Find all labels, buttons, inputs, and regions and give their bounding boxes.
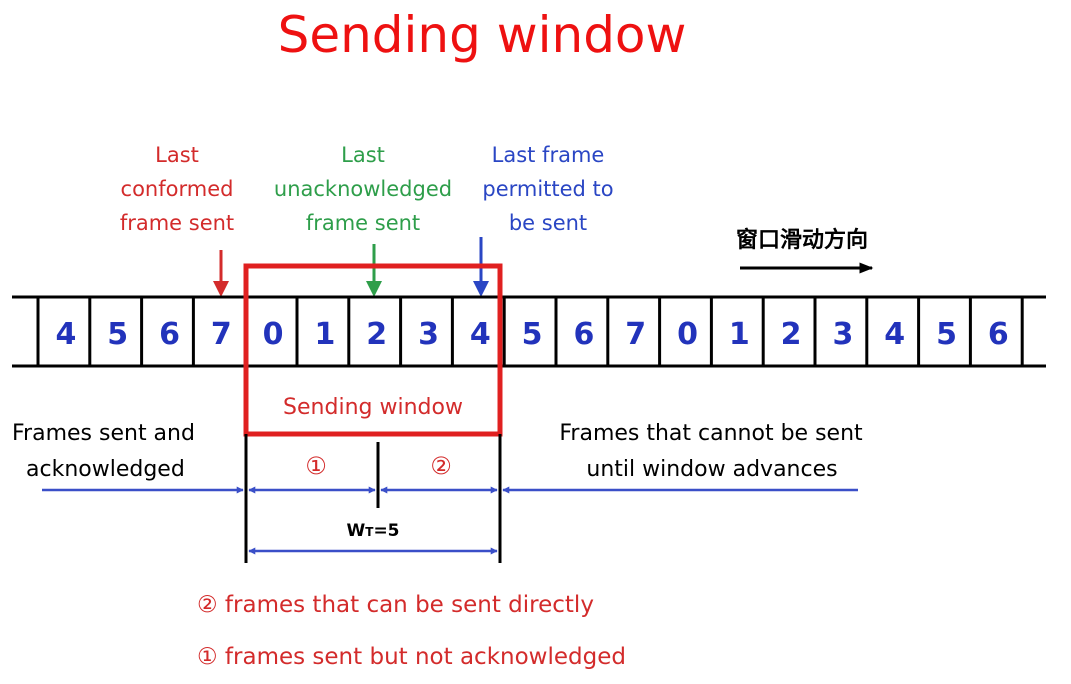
- frame-number: 4: [55, 317, 76, 352]
- region-right-line-2: until window advances: [586, 457, 837, 482]
- region-sent-acknowledged: Frames sent and acknowledged: [12, 421, 195, 482]
- legend-sendable: ② frames that can be sent directly: [197, 592, 594, 618]
- window-size-main: W: [346, 521, 365, 541]
- frame-number: 2: [366, 317, 387, 352]
- label-last-permitted-line-3: be sent: [509, 211, 587, 235]
- region-cannot-send: Frames that cannot be sent until window …: [559, 421, 863, 482]
- diagram-title: Sending window: [278, 6, 687, 64]
- frame-number: 4: [470, 317, 491, 352]
- frame-number: 6: [159, 317, 180, 352]
- frame-number: 1: [314, 317, 335, 352]
- label-last-permitted-line-2: permitted to: [482, 177, 613, 201]
- frame-strip: 4567012345670123456: [12, 295, 1046, 368]
- pointer-arrow-last-confirmed: [213, 250, 229, 297]
- pointer-arrow-last-unacknowledged: [366, 244, 382, 297]
- label-last-permitted: Last frame permitted to be sent: [482, 143, 613, 235]
- frame-number: 5: [107, 317, 128, 352]
- frame-number: 1: [729, 317, 750, 352]
- segment-one-mark: ①: [305, 452, 327, 480]
- frame-number: 5: [936, 317, 957, 352]
- label-last-unacknowledged-line-2: unacknowledged: [274, 177, 452, 201]
- label-last-permitted-line-1: Last frame: [492, 143, 605, 167]
- frame-number: 6: [988, 317, 1009, 352]
- frame-number: 6: [573, 317, 594, 352]
- frame-number: 0: [677, 317, 698, 352]
- region-left-line-1: Frames sent and: [12, 421, 195, 446]
- label-last-confirmed: Last conformed frame sent: [120, 143, 234, 235]
- sending-window-label: Sending window: [283, 395, 463, 420]
- label-last-unacknowledged-line-3: frame sent: [306, 211, 420, 235]
- region-right-line-1: Frames that cannot be sent: [559, 421, 863, 446]
- frame-number: 0: [263, 317, 284, 352]
- frame-number: 2: [781, 317, 802, 352]
- legend-unacknowledged: ① frames sent but not acknowledged: [197, 644, 626, 670]
- window-size-value: =5: [373, 521, 399, 541]
- sliding-window-diagram: Sending window Last conformed frame sent…: [12, 6, 1046, 670]
- label-last-confirmed-line-2: conformed: [121, 177, 234, 201]
- region-left-line-2: acknowledged: [26, 457, 185, 482]
- segment-two-mark: ②: [430, 452, 452, 480]
- frame-number: 7: [211, 317, 232, 352]
- label-last-confirmed-line-3: frame sent: [120, 211, 234, 235]
- window-size-label: WT=5: [346, 521, 399, 541]
- sliding-direction-label: 窗口滑动方向: [736, 227, 868, 253]
- frame-number: 3: [418, 317, 439, 352]
- frame-number: 5: [522, 317, 543, 352]
- label-last-confirmed-line-1: Last: [155, 143, 199, 167]
- frame-number: 7: [625, 317, 646, 352]
- frame-number: 3: [832, 317, 853, 352]
- label-last-unacknowledged-line-1: Last: [341, 143, 385, 167]
- frame-number: 4: [884, 317, 905, 352]
- label-last-unacknowledged: Last unacknowledged frame sent: [274, 143, 452, 235]
